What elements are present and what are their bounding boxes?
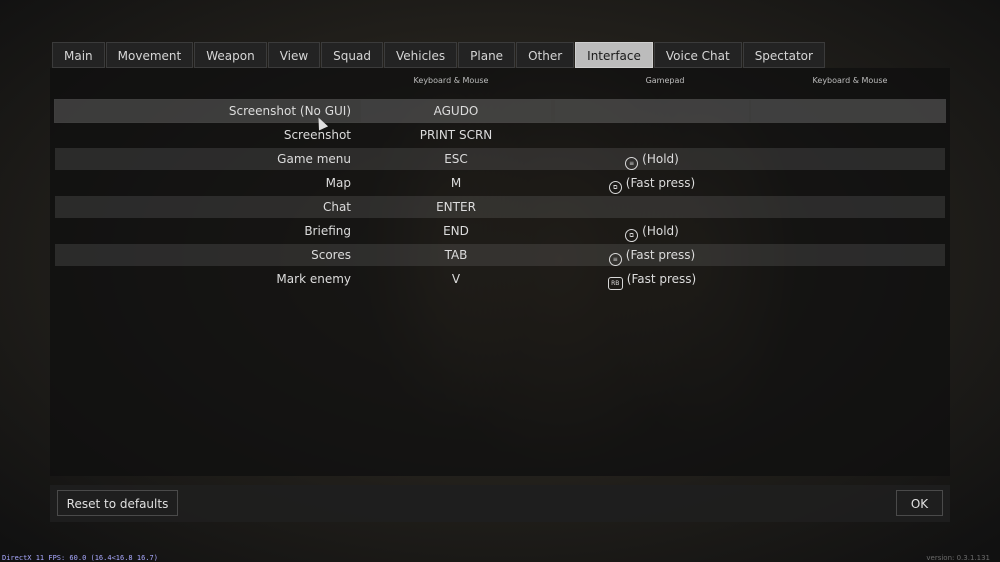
version-label: version: 0.3.1.131 xyxy=(926,554,990,562)
tab-main[interactable]: Main xyxy=(52,42,105,68)
keyboard-binding-secondary[interactable] xyxy=(751,244,945,266)
gamepad-binding-text: (Hold) xyxy=(642,152,679,166)
tab-squad[interactable]: Squad xyxy=(321,42,383,68)
reset-to-defaults-button[interactable]: Reset to defaults xyxy=(57,490,178,516)
binding-row[interactable]: Mark enemy V RB (Fast press) xyxy=(55,268,945,290)
gamepad-binding-text: (Fast press) xyxy=(625,248,696,262)
action-label: Screenshot (No GUI) xyxy=(228,104,351,118)
gamepad-binding[interactable]: RB (Fast press) xyxy=(555,268,749,290)
gamepad-binding-text: (Fast press) xyxy=(625,176,696,190)
settings-footer: Reset to defaults OK xyxy=(50,485,950,522)
action-label: Map xyxy=(325,176,351,190)
gamepad-binding[interactable] xyxy=(555,100,749,122)
keyboard-binding[interactable]: ESC xyxy=(361,148,551,170)
action-label: Briefing xyxy=(304,224,351,238)
bindings-content: Keyboard & Mouse Gamepad Keyboard & Mous… xyxy=(50,68,950,476)
keyboard-binding[interactable]: AGUDO xyxy=(361,100,551,122)
tab-spectator[interactable]: Spectator xyxy=(742,42,825,68)
keyboard-binding[interactable]: ENTER xyxy=(361,196,551,218)
header-gamepad: Gamepad xyxy=(645,76,685,85)
gamepad-binding-text: (Hold) xyxy=(642,224,679,238)
view-button-icon: ⧉ xyxy=(608,181,622,194)
menu-button-icon: ≡ xyxy=(608,253,622,266)
keyboard-binding[interactable]: V xyxy=(361,268,551,290)
action-label: Mark enemy xyxy=(276,272,351,286)
keyboard-binding-secondary[interactable] xyxy=(751,268,945,290)
action-label: Scores xyxy=(311,248,351,262)
binding-row[interactable]: Briefing END ⧉ (Hold) xyxy=(55,220,945,242)
menu-button-icon: ≡ xyxy=(625,157,639,170)
tab-plane[interactable]: Plane xyxy=(458,42,516,68)
binding-row[interactable]: Screenshot PRINT SCRN xyxy=(55,124,945,146)
tab-other[interactable]: Other xyxy=(516,42,575,68)
keyboard-binding-secondary[interactable] xyxy=(751,172,945,194)
binding-row[interactable]: Game menu ESC ≡ (Hold) xyxy=(55,148,945,170)
view-button-icon: ⧉ xyxy=(625,229,639,242)
keyboard-binding-secondary[interactable] xyxy=(751,124,945,146)
tab-view[interactable]: View xyxy=(267,42,321,68)
keyboard-binding-secondary[interactable] xyxy=(751,220,945,242)
gamepad-binding[interactable]: ≡ (Fast press) xyxy=(555,244,749,266)
gamepad-binding[interactable] xyxy=(555,196,749,218)
tab-voice-chat[interactable]: Voice Chat xyxy=(653,42,742,68)
column-headers: Keyboard & Mouse Gamepad Keyboard & Mous… xyxy=(50,76,950,90)
tab-movement[interactable]: Movement xyxy=(105,42,194,68)
action-label: Screenshot xyxy=(283,128,351,142)
ok-button[interactable]: OK xyxy=(896,490,943,516)
header-keyboard-mouse-secondary: Keyboard & Mouse xyxy=(812,76,888,85)
action-label: Game menu xyxy=(277,152,351,166)
gamepad-binding[interactable] xyxy=(555,124,749,146)
tab-interface[interactable]: Interface xyxy=(575,42,653,68)
rb-button-icon: RB xyxy=(607,277,623,290)
gamepad-binding[interactable]: ≡ (Hold) xyxy=(555,148,749,170)
tab-weapon[interactable]: Weapon xyxy=(194,42,267,68)
bindings-list: Screenshot (No GUI) AGUDO Screenshot PRI… xyxy=(54,99,946,292)
binding-row[interactable]: Screenshot (No GUI) AGUDO xyxy=(54,99,946,123)
binding-row[interactable]: Scores TAB ≡ (Fast press) xyxy=(55,244,945,266)
keyboard-binding[interactable]: PRINT SCRN xyxy=(361,124,551,146)
binding-row[interactable]: Map M ⧉ (Fast press) xyxy=(55,172,945,194)
keyboard-binding[interactable]: TAB xyxy=(361,244,551,266)
keyboard-binding-secondary[interactable] xyxy=(751,148,945,170)
binding-row[interactable]: Chat ENTER xyxy=(55,196,945,218)
keyboard-binding-secondary[interactable] xyxy=(751,196,945,218)
tab-vehicles[interactable]: Vehicles xyxy=(383,42,458,68)
settings-tabs: Main Movement Weapon View Squad Vehicles… xyxy=(52,42,825,68)
gamepad-binding-text: (Fast press) xyxy=(626,272,697,286)
keyboard-binding[interactable]: END xyxy=(361,220,551,242)
keyboard-binding[interactable]: M xyxy=(361,172,551,194)
controls-settings-panel: Main Movement Weapon View Squad Vehicles… xyxy=(50,42,950,522)
action-label: Chat xyxy=(322,200,351,214)
fps-counter: DirectX 11 FPS: 60.0 (16.4<16.8 16.7) xyxy=(2,554,158,562)
gamepad-binding[interactable]: ⧉ (Hold) xyxy=(555,220,749,242)
keyboard-binding-secondary[interactable] xyxy=(751,100,945,122)
header-keyboard-mouse: Keyboard & Mouse xyxy=(413,76,489,85)
gamepad-binding[interactable]: ⧉ (Fast press) xyxy=(555,172,749,194)
